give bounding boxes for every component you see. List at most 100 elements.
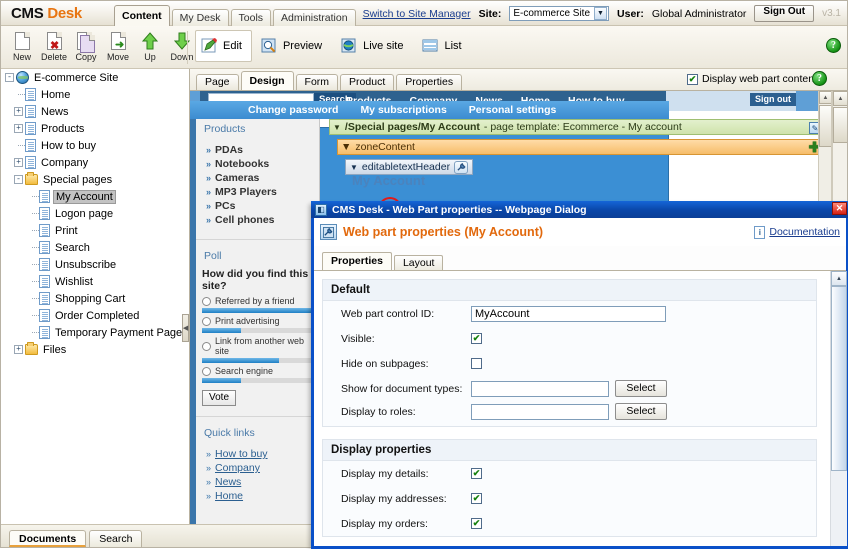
- display-my-orders-checkbox[interactable]: [471, 518, 482, 529]
- quick-link[interactable]: News: [215, 476, 241, 488]
- dialog-title-bar[interactable]: ◧ CMS Desk - Web Part properties -- Webp…: [311, 201, 848, 218]
- collapse-tree-handle[interactable]: ◀: [182, 314, 189, 342]
- bottom-tab-search[interactable]: Search: [89, 530, 142, 547]
- scroll-thumb[interactable]: [833, 107, 847, 143]
- scroll-up-button[interactable]: ▲: [831, 271, 847, 286]
- poll-option[interactable]: Link from another web site: [202, 336, 311, 356]
- help-icon[interactable]: ?: [812, 71, 827, 86]
- chevron-down-icon[interactable]: ▼: [350, 163, 358, 172]
- copy-button[interactable]: Copy: [71, 28, 101, 66]
- list-item[interactable]: »Notebooks: [202, 157, 315, 171]
- quick-link[interactable]: Company: [215, 462, 260, 474]
- view-tab-preview[interactable]: Preview: [255, 30, 332, 62]
- myaccount-nav-my-subscriptions[interactable]: My subscriptions: [360, 104, 446, 116]
- scroll-up-button[interactable]: ▲: [819, 91, 832, 104]
- switch-to-site-manager-link[interactable]: Switch to Site Manager: [363, 8, 471, 20]
- view-tab-edit[interactable]: Edit: [195, 30, 252, 62]
- tree-item-temporary-payment-page[interactable]: Temporary Payment Page: [1, 324, 189, 341]
- scroll-thumb[interactable]: [819, 105, 832, 147]
- myaccount-nav-personal-settings[interactable]: Personal settings: [469, 104, 557, 116]
- myaccount-nav-change-password[interactable]: Change password: [248, 104, 338, 116]
- webpart-properties-icon[interactable]: [454, 161, 468, 174]
- list-item[interactable]: »Cameras: [202, 171, 315, 185]
- display-to-roles-input[interactable]: [471, 404, 609, 420]
- list-item[interactable]: »PCs: [202, 199, 315, 213]
- view-tab-list[interactable]: List: [416, 30, 471, 62]
- webpart-zone-bar[interactable]: ▼ zoneContent ✚: [337, 139, 824, 155]
- list-item[interactable]: »News: [202, 475, 315, 489]
- tree-item-unsubscribe[interactable]: Unsubscribe: [1, 256, 189, 273]
- chevron-down-icon[interactable]: ▼: [333, 123, 341, 132]
- list-item[interactable]: »Cell phones: [202, 213, 315, 227]
- tree-item-how-to-buy[interactable]: How to buy: [1, 137, 189, 154]
- tab-properties[interactable]: Properties: [396, 74, 462, 90]
- radio-icon[interactable]: [202, 317, 211, 326]
- site-select[interactable]: E-commerce Site ▼: [509, 6, 609, 21]
- tree-item-wishlist[interactable]: Wishlist: [1, 273, 189, 290]
- tree-item-shopping-cart[interactable]: Shopping Cart: [1, 290, 189, 307]
- move-button[interactable]: ➜ Move: [103, 28, 133, 66]
- sign-out-button[interactable]: Sign Out: [754, 5, 814, 22]
- new-button[interactable]: New: [7, 28, 37, 66]
- tree-toggle-icon[interactable]: +: [14, 158, 23, 167]
- main-tab-administration[interactable]: Administration: [273, 9, 356, 26]
- scroll-up-button[interactable]: ▲: [833, 91, 847, 106]
- down-button[interactable]: Down: [167, 28, 197, 66]
- tree-toggle-icon[interactable]: -: [14, 175, 23, 184]
- show-for-document-types-input[interactable]: [471, 381, 609, 397]
- tree-toggle-icon[interactable]: +: [14, 345, 23, 354]
- tree-item-company[interactable]: + Company: [1, 154, 189, 171]
- tree-item-e-commerce-site[interactable]: - E-commerce Site: [1, 69, 189, 86]
- page-template-bar[interactable]: ▼ /Special pages/My Account - page templ…: [329, 119, 824, 135]
- tree-toggle-icon[interactable]: +: [14, 107, 23, 116]
- tree-toggle-icon[interactable]: -: [5, 73, 14, 82]
- display-my-addresses-checkbox[interactable]: [471, 493, 482, 504]
- up-button[interactable]: Up: [135, 28, 165, 66]
- visible-checkbox[interactable]: [471, 333, 482, 344]
- tree-toggle-icon[interactable]: +: [14, 124, 23, 133]
- content-tree-pane[interactable]: - E-commerce Site Home + News + Products…: [1, 69, 190, 524]
- dialog-vertical-scrollbar[interactable]: ▲: [830, 271, 846, 546]
- tree-item-print[interactable]: Print: [1, 222, 189, 239]
- radio-icon[interactable]: [202, 342, 211, 351]
- radio-icon[interactable]: [202, 297, 211, 306]
- documentation-link[interactable]: Documentation: [769, 226, 840, 238]
- scroll-thumb[interactable]: [831, 286, 847, 471]
- tree-item-logon-page[interactable]: Logon page: [1, 205, 189, 222]
- display-my-details-checkbox[interactable]: [471, 468, 482, 479]
- tree-item-news[interactable]: + News: [1, 103, 189, 120]
- poll-option[interactable]: Print advertising: [202, 316, 311, 326]
- tab-product[interactable]: Product: [340, 74, 394, 90]
- list-item[interactable]: »MP3 Players: [202, 185, 315, 199]
- webpart-control-id-input[interactable]: MyAccount: [471, 306, 666, 322]
- help-icon[interactable]: ?: [826, 38, 841, 53]
- list-item[interactable]: »PDAs: [202, 143, 315, 157]
- list-item[interactable]: »Home: [202, 489, 315, 503]
- vote-button[interactable]: Vote: [202, 390, 236, 406]
- tree-item-files[interactable]: + Files: [1, 341, 189, 358]
- view-tab-live-site[interactable]: Live site: [335, 30, 413, 62]
- main-tab-tools[interactable]: Tools: [231, 9, 272, 26]
- tree-item-products[interactable]: + Products: [1, 120, 189, 137]
- tree-item-special-pages[interactable]: - Special pages: [1, 171, 189, 188]
- select-document-types-button[interactable]: Select: [615, 380, 667, 397]
- tab-page[interactable]: Page: [196, 74, 239, 90]
- delete-button[interactable]: ✖ Delete: [39, 28, 69, 66]
- tab-form[interactable]: Form: [296, 74, 339, 90]
- close-icon[interactable]: ✕: [832, 202, 847, 215]
- webpart-editabletextheader-tag[interactable]: ▼ editabletextHeader: [345, 159, 473, 175]
- site-sign-out-button[interactable]: Sign out: [750, 93, 796, 106]
- poll-option[interactable]: Search engine: [202, 366, 311, 376]
- radio-icon[interactable]: [202, 367, 211, 376]
- main-tab-content[interactable]: Content: [114, 5, 170, 27]
- tree-item-search[interactable]: Search: [1, 239, 189, 256]
- bottom-tab-documents[interactable]: Documents: [9, 530, 86, 547]
- display-webpart-content-checkbox[interactable]: [687, 74, 698, 85]
- poll-option[interactable]: Referred by a friend: [202, 296, 311, 306]
- quick-link[interactable]: Home: [215, 490, 243, 502]
- tree-item-my-account[interactable]: My Account: [1, 188, 189, 205]
- dialog-tab-layout[interactable]: Layout: [394, 255, 444, 270]
- chevron-down-icon[interactable]: ▼: [341, 141, 351, 153]
- quick-link[interactable]: How to buy: [215, 448, 268, 460]
- tab-design[interactable]: Design: [241, 71, 294, 90]
